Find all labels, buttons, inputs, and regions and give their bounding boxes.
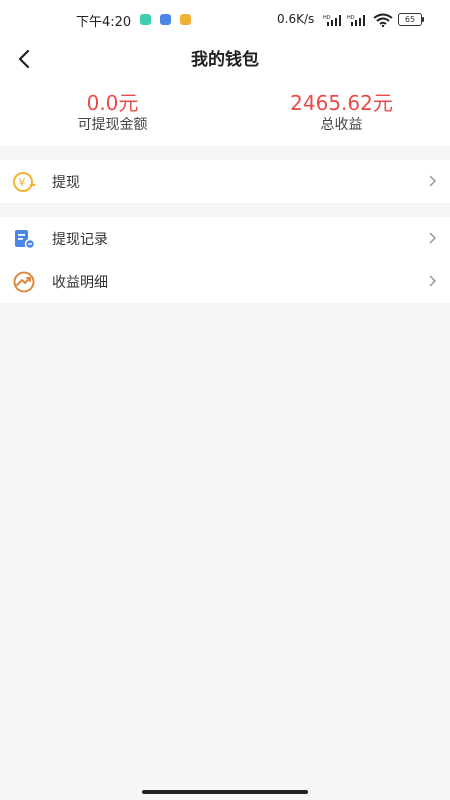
menu-item-label: 提现 bbox=[52, 175, 80, 191]
trend-up-icon bbox=[13, 271, 35, 293]
svg-text:¥: ¥ bbox=[19, 176, 26, 189]
wallet-summary: 0.0元 可提现金额 2465.62元 总收益 bbox=[0, 82, 450, 146]
chevron-right-icon bbox=[429, 232, 437, 244]
chevron-right-icon bbox=[429, 175, 437, 187]
status-bar: 下午4:20 0.6K/s HD HD 65 bbox=[0, 0, 450, 38]
navigation-bar: 我的钱包 bbox=[0, 38, 450, 82]
battery-level: 65 bbox=[398, 13, 422, 26]
yuan-coin-icon: ¥ bbox=[13, 172, 35, 192]
chevron-right-icon bbox=[429, 275, 437, 287]
withdrawable-label: 可提现金额 bbox=[77, 117, 148, 133]
app-notification-icon bbox=[160, 14, 171, 25]
menu-item-withdraw-records[interactable]: 提现记录 bbox=[0, 217, 450, 260]
menu-item-withdraw[interactable]: ¥ 提现 bbox=[0, 160, 450, 203]
network-speed: 0.6K/s bbox=[277, 12, 315, 26]
total-income-amount: 2465.62元 bbox=[290, 91, 393, 115]
app-notification-icon bbox=[180, 14, 191, 25]
page-title: 我的钱包 bbox=[191, 50, 259, 70]
app-notification-icon bbox=[140, 14, 151, 25]
signal-hd-icon: HD bbox=[323, 15, 341, 26]
withdraw-card: ¥ 提现 bbox=[0, 160, 450, 203]
withdrawable-stat: 0.0元 可提现金额 bbox=[0, 90, 225, 134]
wifi-icon bbox=[373, 13, 393, 27]
records-card: 提现记录 收益明细 bbox=[0, 217, 450, 303]
menu-item-label: 提现记录 bbox=[52, 232, 108, 248]
svg-text:HD: HD bbox=[347, 15, 355, 21]
menu-item-income-details[interactable]: 收益明细 bbox=[0, 260, 450, 303]
home-indicator[interactable] bbox=[142, 790, 308, 794]
total-income-label: 总收益 bbox=[320, 117, 363, 133]
total-income-stat: 2465.62元 总收益 bbox=[229, 90, 450, 134]
svg-text:HD: HD bbox=[323, 15, 331, 21]
status-time: 下午4:20 bbox=[76, 15, 132, 30]
battery-icon: 65 bbox=[398, 13, 424, 26]
withdrawable-amount: 0.0元 bbox=[86, 91, 139, 115]
menu-item-label: 收益明细 bbox=[52, 275, 108, 291]
document-record-icon bbox=[15, 230, 36, 250]
signal-hd-icon: HD bbox=[347, 15, 365, 26]
